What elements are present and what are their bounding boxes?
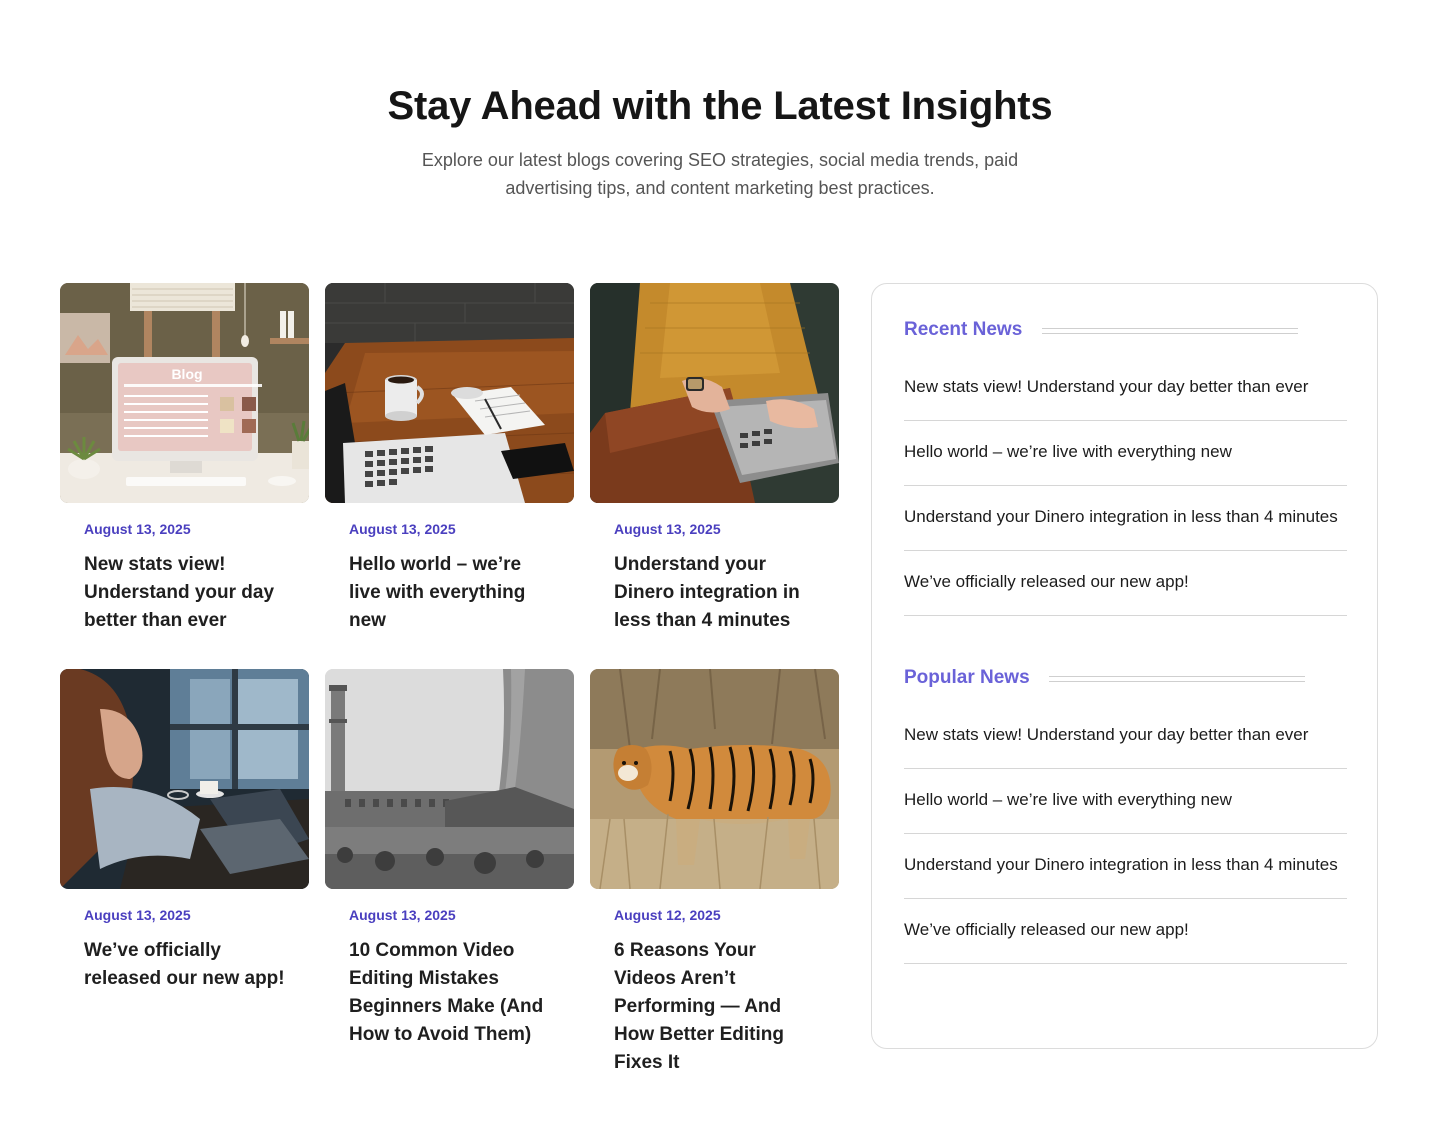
tiger-in-grass <box>590 669 839 889</box>
blog-card-image[interactable]: Blog <box>60 283 309 503</box>
popular-news-title: Popular News <box>904 667 1030 688</box>
recent-news-item[interactable]: We’ve officially released our new app! <box>904 551 1347 616</box>
blog-card-title[interactable]: 10 Common Video Editing Mistakes Beginne… <box>349 937 554 1049</box>
blog-desk-illustration: Blog <box>60 283 309 503</box>
blog-card-date: August 13, 2025 <box>349 521 456 537</box>
image-blog-label: Blog <box>171 366 202 382</box>
blog-card-title[interactable]: We’ve officially released our new app! <box>84 937 289 993</box>
popular-news-item[interactable]: Understand your Dinero integration in le… <box>904 834 1347 899</box>
blog-card-image[interactable] <box>590 669 839 889</box>
recent-news-link[interactable]: We’ve officially released our new app! <box>904 573 1189 590</box>
popular-news-link[interactable]: Understand your Dinero integration in le… <box>904 856 1338 873</box>
laptop-coffee-desk <box>325 283 574 503</box>
news-sidebar: Recent News New stats view! Understand y… <box>871 283 1378 1049</box>
recent-news-link[interactable]: Hello world – we’re live with everything… <box>904 443 1232 460</box>
blog-card-date: August 12, 2025 <box>614 907 721 923</box>
recent-news-title: Recent News <box>904 319 1023 340</box>
blog-card[interactable]: Blog August 13, 2025 New stats view! Und… <box>60 283 309 631</box>
blog-card-image[interactable] <box>60 669 309 889</box>
blog-card[interactable]: August 13, 2025 Understand your Dinero i… <box>590 283 839 631</box>
blog-card-date: August 13, 2025 <box>614 521 721 537</box>
popular-news-link[interactable]: New stats view! Understand your day bett… <box>904 726 1308 743</box>
popular-news-link[interactable]: Hello world – we’re live with everything… <box>904 791 1232 808</box>
recent-news-item[interactable]: Understand your Dinero integration in le… <box>904 486 1347 551</box>
blog-card-image[interactable] <box>325 283 574 503</box>
blog-card[interactable]: August 13, 2025 10 Common Video Editing … <box>325 669 574 1045</box>
page-title: Stay Ahead with the Latest Insights <box>387 84 1053 128</box>
blog-card-image[interactable] <box>590 283 839 503</box>
popular-news-item[interactable]: We’ve officially released our new app! <box>904 899 1347 964</box>
blog-card-date: August 13, 2025 <box>84 907 191 923</box>
blog-card-title[interactable]: New stats view! Understand your day bett… <box>84 551 289 635</box>
hands-typing-laptop <box>590 283 839 503</box>
page-subtitle: Explore our latest blogs covering SEO st… <box>421 150 1019 198</box>
blog-card[interactable]: August 13, 2025 We’ve officially release… <box>60 669 309 989</box>
blog-card-date: August 13, 2025 <box>349 907 456 923</box>
recent-news-header: Recent News <box>904 318 1022 342</box>
popular-news-link[interactable]: We’ve officially released our new app! <box>904 921 1189 938</box>
recent-news-link[interactable]: New stats view! Understand your day bett… <box>904 378 1308 395</box>
industrial-cooling-tower <box>325 669 574 889</box>
recent-news-divider <box>1042 328 1298 334</box>
blog-card[interactable]: August 12, 2025 6 Reasons Your Videos Ar… <box>590 669 839 1073</box>
blog-card[interactable]: August 13, 2025 Hello world – we’re live… <box>325 283 574 631</box>
popular-news-header: Popular News <box>904 666 1030 690</box>
recent-news-link[interactable]: Understand your Dinero integration in le… <box>904 508 1338 525</box>
recent-news-item[interactable]: New stats view! Understand your day bett… <box>904 356 1347 421</box>
blog-card-title[interactable]: 6 Reasons Your Videos Aren’t Performing … <box>614 937 819 1077</box>
recent-news-list: New stats view! Understand your day bett… <box>904 356 1347 616</box>
blog-card-title[interactable]: Hello world – we’re live with everything… <box>349 551 554 635</box>
blog-card-image[interactable] <box>325 669 574 889</box>
popular-news-item[interactable]: Hello world – we’re live with everything… <box>904 769 1347 834</box>
blog-card-date: August 13, 2025 <box>84 521 191 537</box>
popular-news-divider <box>1049 676 1305 682</box>
blog-card-title[interactable]: Understand your Dinero integration in le… <box>614 551 819 635</box>
popular-news-list: New stats view! Understand your day bett… <box>904 704 1347 964</box>
popular-news-item[interactable]: New stats view! Understand your day bett… <box>904 704 1347 769</box>
woman-working-laptop <box>60 669 309 889</box>
recent-news-item[interactable]: Hello world – we’re live with everything… <box>904 421 1347 486</box>
